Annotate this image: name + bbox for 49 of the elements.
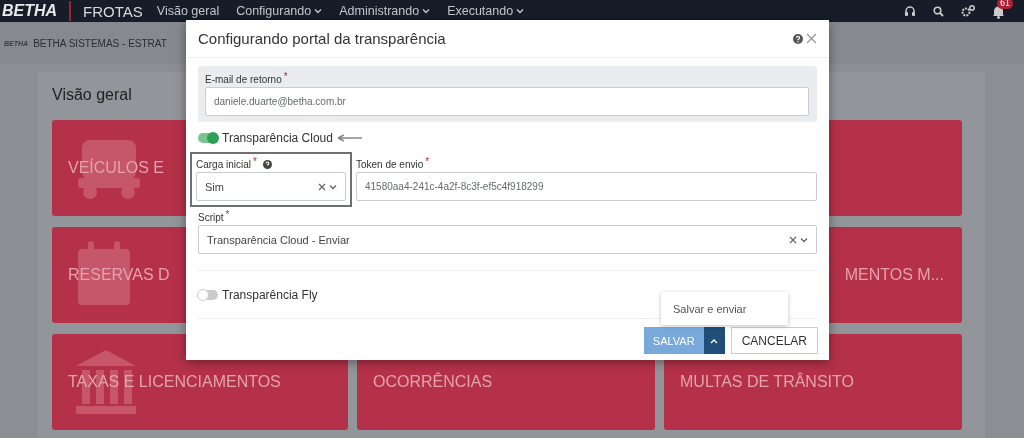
cancel-button[interactable]: CANCELAR [730, 327, 818, 354]
menu-item[interactable]: Salvar e enviar [661, 302, 747, 315]
required-mark: * [225, 208, 230, 220]
nav-menu-item[interactable]: Visão geral [156, 4, 220, 18]
tile-label: MENTOS M... [844, 266, 944, 284]
tile-label: RESERVAS D [68, 266, 170, 284]
toggle-label: Transparência Fly [222, 288, 318, 302]
field-label: Token de envio [356, 158, 424, 170]
field-label: Carga inicial [196, 158, 252, 170]
clear-icon[interactable] [318, 182, 326, 191]
dropdown-toggle-button[interactable] [703, 327, 725, 354]
required-mark: * [283, 70, 288, 82]
clear-icon[interactable] [789, 235, 797, 244]
required-mark: * [425, 155, 430, 167]
search-icon[interactable] [933, 5, 944, 17]
select-field[interactable]: Transparência Cloud - Enviar [198, 225, 817, 254]
toggle-switch[interactable] [198, 133, 218, 143]
required-mark: * [253, 155, 257, 167]
field-label: E-mail de retorno [205, 73, 282, 85]
chevron-down-icon [329, 183, 337, 190]
panel-title: Visão geral [52, 86, 132, 104]
headset-icon[interactable] [904, 5, 916, 17]
toggle-label: Transparência Cloud [222, 131, 333, 145]
help-icon[interactable] [262, 159, 272, 169]
caret-up-icon [710, 337, 719, 344]
settings-icon[interactable] [961, 5, 975, 17]
notification-badge: 61 [997, 0, 1014, 9]
input-field[interactable]: 41580aa4-241c-4a2f-8c3f-ef5c4f918299 [356, 172, 817, 201]
toggle-switch[interactable] [198, 290, 218, 300]
breadcrumb-text[interactable]: BETHA SISTEMAS - ESTRAT [33, 37, 167, 49]
field-label: Script [198, 211, 224, 223]
chevron-down-icon [314, 8, 323, 14]
nav-menu-item[interactable]: Administrando [339, 4, 431, 18]
tile-label: MULTAS DE TRÂNSITO [680, 373, 854, 391]
bell-icon[interactable] [992, 5, 1005, 19]
chevron-down-icon [800, 236, 808, 243]
tile-label: TAXAS E LICENCIAMENTOS [68, 373, 281, 391]
modal-title: Configurando portal da transparência [198, 30, 446, 47]
select-field[interactable]: Sim [196, 172, 346, 201]
chevron-down-icon [516, 8, 525, 14]
input-field[interactable]: daniele.duarte@betha.com.br [205, 87, 809, 116]
help-icon[interactable] [793, 33, 803, 44]
chevron-down-icon [422, 8, 431, 14]
nav-menu-item[interactable]: Configurando [236, 4, 323, 18]
product-name: FROTAS [83, 2, 143, 20]
tile-label: OCORRÊNCIAS [373, 373, 493, 391]
tile-label: VEÍCULOS E [68, 159, 165, 177]
nav-menu-item[interactable]: Executando [447, 4, 525, 18]
annotation-arrow [336, 134, 363, 142]
